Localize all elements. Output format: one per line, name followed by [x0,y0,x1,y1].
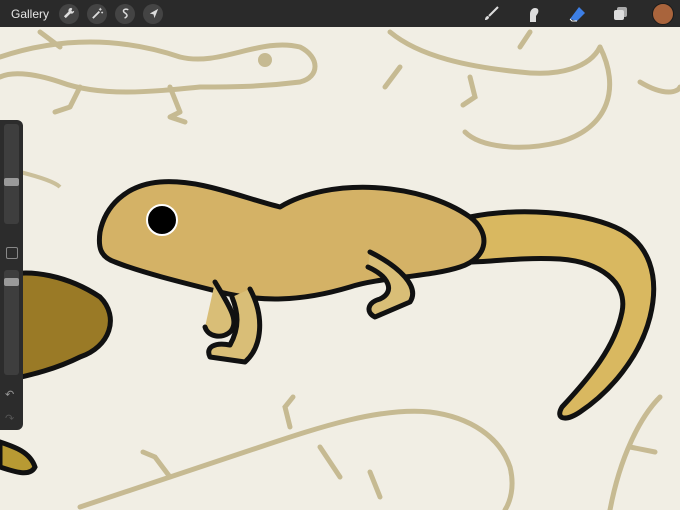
wrench-icon[interactable] [59,3,79,24]
gecko-eye [146,204,178,236]
eraser-icon[interactable] [566,3,588,25]
magic-wand-icon[interactable] [87,3,107,24]
redo-arrow-icon[interactable]: ↷ [5,412,14,425]
brush-icon[interactable] [480,3,502,25]
layers-icon[interactable] [609,3,631,25]
arrow-cursor-icon[interactable] [143,3,163,24]
opacity-slider[interactable] [4,270,19,375]
brush-sidebar: ↶ ↷ [0,120,23,430]
right-tools [480,0,680,27]
selection-s-icon[interactable] [115,3,135,24]
opacity-thumb[interactable] [4,278,19,286]
smudge-finger-icon[interactable] [523,3,545,25]
color-picker-button[interactable] [652,2,674,25]
brush-size-thumb[interactable] [4,178,19,186]
drawing-canvas[interactable] [0,27,680,510]
gallery-button[interactable]: Gallery [11,7,51,21]
brush-size-slider[interactable] [4,124,19,224]
undo-arrow-icon[interactable]: ↶ [5,388,14,401]
top-toolbar: Gallery [0,0,680,27]
modify-button[interactable] [6,247,18,259]
